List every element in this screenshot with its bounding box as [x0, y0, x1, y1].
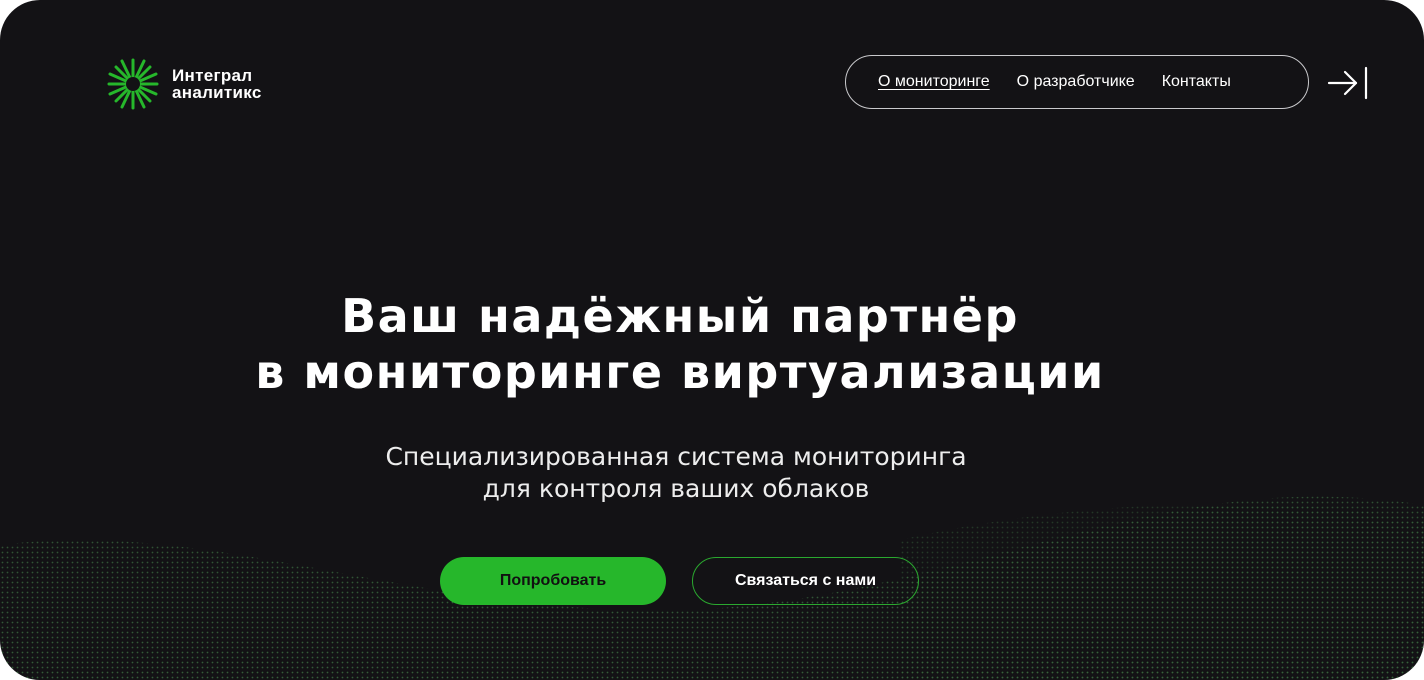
try-button[interactable]: Попробовать: [440, 557, 666, 605]
hero-subtitle: Специализированная система мониторинга д…: [0, 441, 1352, 505]
page-frame: Интеграл аналитикс О мониторинге О разра…: [0, 0, 1424, 680]
hero-title: Ваш надёжный партнёр в мониторинге вирту…: [0, 288, 1360, 400]
brand-logo[interactable]: Интеграл аналитикс: [106, 57, 262, 111]
contact-us-button[interactable]: Связаться с нами: [692, 557, 919, 605]
brand-name: Интеграл аналитикс: [172, 67, 262, 101]
main-nav: О мониторинге О разработчике Контакты: [845, 55, 1309, 109]
starburst-icon: [107, 58, 159, 110]
nav-item-contacts[interactable]: Контакты: [1162, 73, 1231, 91]
login-arrow-icon[interactable]: [1327, 66, 1371, 100]
nav-item-about-developer[interactable]: О разработчике: [1017, 73, 1135, 91]
brand-name-line2: аналитикс: [172, 83, 262, 102]
hero-title-line1: Ваш надёжный партнёр: [341, 289, 1019, 343]
hero-subtitle-line1: Специализированная система мониторинга: [385, 442, 967, 471]
hero-subtitle-line2: для контроля ваших облаков: [482, 474, 870, 503]
nav-item-about-monitoring[interactable]: О мониторинге: [878, 73, 990, 91]
hero-title-line2: в мониторинге виртуализации: [255, 345, 1105, 399]
brand-name-line1: Интеграл: [172, 66, 253, 85]
